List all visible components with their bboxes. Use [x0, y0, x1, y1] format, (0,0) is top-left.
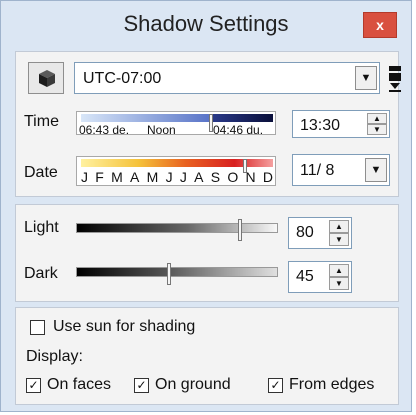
from-edges-label: From edges	[289, 376, 375, 393]
spin-down-icon[interactable]: ▼	[329, 233, 349, 246]
spin-down-icon[interactable]: ▼	[367, 124, 387, 135]
time-date-panel: UTC-07:00 ▼ Time 06:43 de. Noon 04:46 du…	[15, 51, 402, 197]
sunrise-time: 06:43 de.	[79, 123, 130, 137]
use-sun-label: Use sun for shading	[53, 318, 196, 335]
shadow-settings-window: Shadow Settings x UTC-07:00 ▼ Time 06:43…	[0, 0, 412, 412]
close-button[interactable]: x	[363, 12, 397, 38]
cube-shadow-icon	[39, 70, 55, 87]
dark-field[interactable]: 45 ▲ ▼	[288, 261, 352, 293]
timezone-value: UTC-07:00	[83, 70, 162, 87]
on-faces-option[interactable]: ✓ On faces	[26, 376, 111, 394]
time-spinner[interactable]: ▲ ▼	[367, 113, 387, 135]
dark-label: Dark	[24, 265, 58, 282]
month-labels: J F M A M J J A S O N D	[81, 169, 273, 185]
light-field[interactable]: 80 ▲ ▼	[288, 217, 352, 249]
month-label: J	[81, 169, 88, 185]
time-label: Time	[24, 113, 59, 130]
month-label: D	[262, 169, 273, 185]
light-dark-panel: Light 80 ▲ ▼ Dark 45 ▲ ▼	[15, 204, 399, 302]
month-label: A	[194, 169, 204, 185]
light-slider[interactable]	[76, 223, 278, 233]
on-ground-label: On ground	[155, 376, 231, 393]
noon-label: Noon	[147, 123, 176, 137]
chevron-down-icon[interactable]: ▼	[365, 158, 387, 182]
time-field[interactable]: 13:30 ▲ ▼	[292, 110, 390, 138]
daylight-gradient-bar	[81, 114, 273, 122]
light-spinner[interactable]: ▲ ▼	[329, 220, 349, 246]
from-edges-checkbox[interactable]: ✓	[268, 377, 283, 393]
spin-up-icon[interactable]: ▲	[329, 220, 349, 233]
use-sun-option[interactable]: Use sun for shading	[30, 318, 195, 336]
month-label: J	[165, 169, 173, 185]
time-slider[interactable]: 06:43 de. Noon 04:46 du.	[76, 111, 276, 137]
expand-toggle-icon[interactable]	[388, 65, 402, 93]
month-label: F	[95, 169, 104, 185]
from-edges-option[interactable]: ✓ From edges	[268, 376, 374, 394]
month-label: J	[179, 169, 187, 185]
month-label: A	[130, 169, 140, 185]
on-ground-checkbox[interactable]: ✓	[134, 377, 149, 393]
month-label: N	[245, 169, 256, 185]
display-options-panel: Use sun for shading Display: ✓ On faces …	[15, 307, 399, 405]
title-bar: Shadow Settings x	[1, 1, 411, 43]
window-title: Shadow Settings	[123, 11, 289, 36]
light-label: Light	[24, 219, 59, 236]
dark-slider[interactable]	[76, 267, 278, 277]
date-slider[interactable]: J F M A M J J A S O N D	[76, 156, 276, 186]
month-label: M	[146, 169, 159, 185]
month-label: M	[111, 169, 123, 185]
on-ground-option[interactable]: ✓ On ground	[134, 376, 231, 394]
on-faces-checkbox[interactable]: ✓	[26, 377, 41, 393]
display-label: Display:	[26, 348, 83, 365]
month-label: S	[210, 169, 221, 185]
sunset-time: 04:46 du.	[213, 123, 264, 137]
show-shadows-button[interactable]	[28, 62, 64, 94]
on-faces-label: On faces	[47, 376, 112, 393]
light-value: 80	[296, 224, 314, 241]
spin-down-icon[interactable]: ▼	[329, 277, 349, 290]
spin-up-icon[interactable]: ▲	[329, 264, 349, 277]
date-label: Date	[24, 164, 58, 181]
month-label: O	[227, 169, 239, 185]
dark-spinner[interactable]: ▲ ▼	[329, 264, 349, 290]
spin-up-icon[interactable]: ▲	[367, 113, 387, 124]
time-value: 13:30	[300, 117, 341, 134]
chevron-down-icon[interactable]: ▼	[355, 66, 377, 90]
use-sun-checkbox[interactable]	[30, 319, 45, 335]
date-field[interactable]: 11/ 8 ▼	[292, 154, 390, 186]
date-value: 11/ 8	[300, 162, 335, 179]
timezone-select[interactable]: UTC-07:00 ▼	[74, 62, 380, 94]
dark-value: 45	[296, 268, 314, 285]
